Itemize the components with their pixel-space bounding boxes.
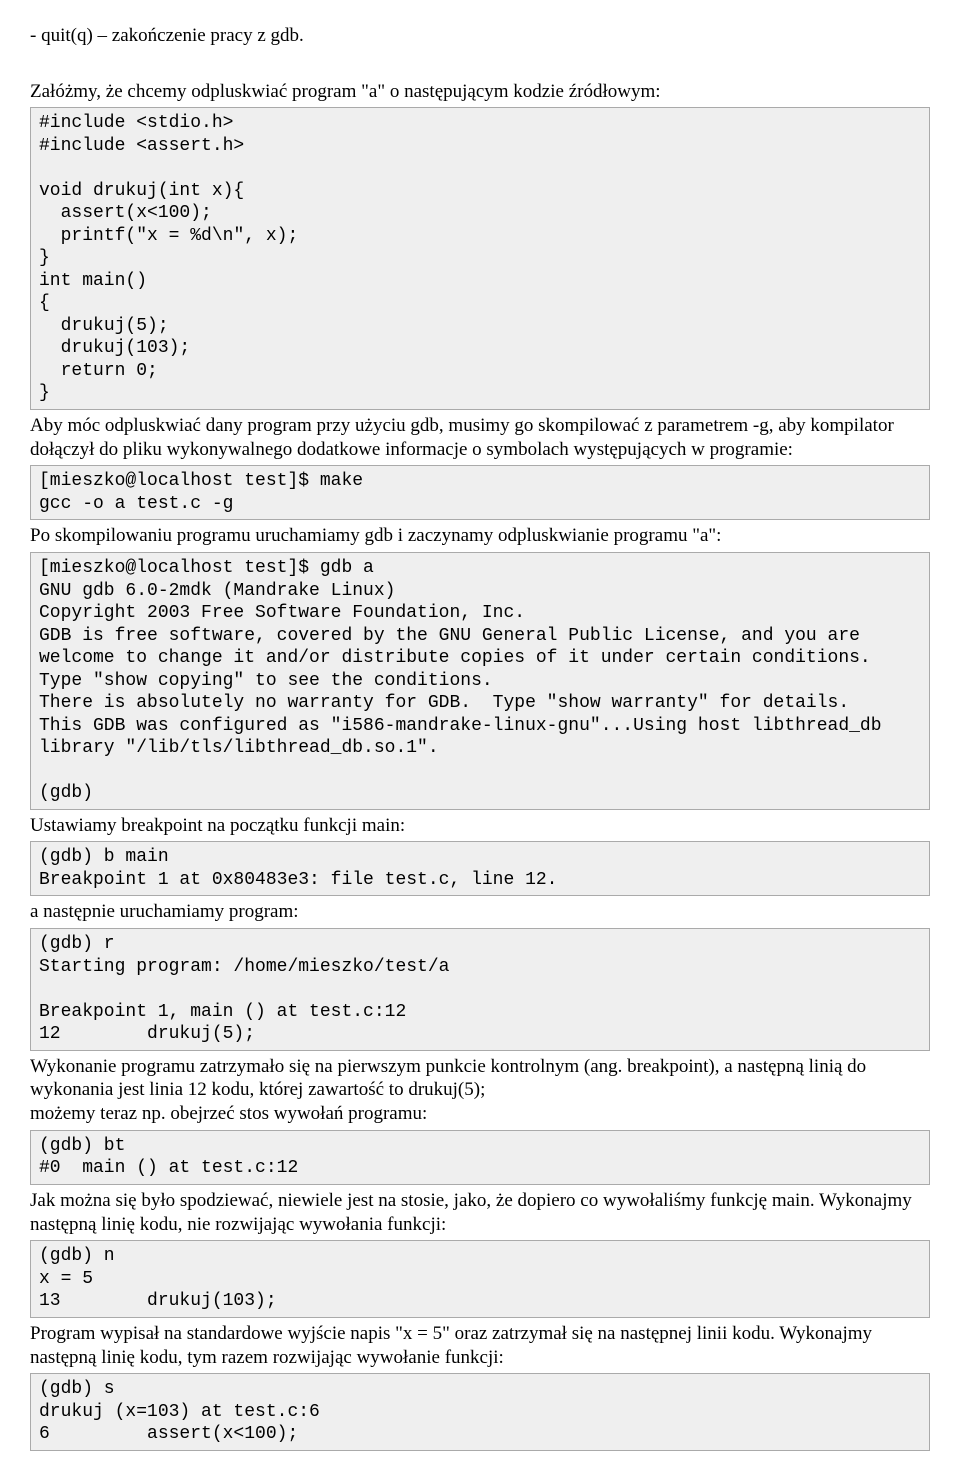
- paragraph-next: Jak można się było spodziewać, niewiele …: [30, 1189, 930, 1237]
- paragraph-stopped: Wykonanie programu zatrzymało się na pie…: [30, 1055, 930, 1126]
- code-breakpoint: (gdb) b main Breakpoint 1 at 0x80483e3: …: [30, 841, 930, 896]
- paragraph-step: Program wypisał na standardowe wyjście n…: [30, 1322, 930, 1370]
- code-step: (gdb) s drukuj (x=103) at test.c:6 6 ass…: [30, 1373, 930, 1451]
- code-next: (gdb) n x = 5 13 drukuj(103);: [30, 1240, 930, 1318]
- code-make: [mieszko@localhost test]$ make gcc -o a …: [30, 465, 930, 520]
- paragraph-breakpoint: Ustawiamy breakpoint na początku funkcji…: [30, 814, 930, 838]
- code-bt: (gdb) bt #0 main () at test.c:12: [30, 1130, 930, 1185]
- code-gdb-start: [mieszko@localhost test]$ gdb a GNU gdb …: [30, 552, 930, 810]
- paragraph-run: a następnie uruchamiamy program:: [30, 900, 930, 924]
- paragraph-rungdb: Po skompilowaniu programu uruchamiamy gd…: [30, 524, 930, 548]
- code-source: #include <stdio.h> #include <assert.h> v…: [30, 107, 930, 410]
- paragraph-compile: Aby móc odpluskwiać dany program przy uż…: [30, 414, 930, 462]
- paragraph-quit: - quit(q) – zakończenie pracy z gdb.: [30, 24, 930, 48]
- paragraph-intro: Załóżmy, że chcemy odpluskwiać program "…: [30, 80, 930, 104]
- code-run: (gdb) r Starting program: /home/mieszko/…: [30, 928, 930, 1051]
